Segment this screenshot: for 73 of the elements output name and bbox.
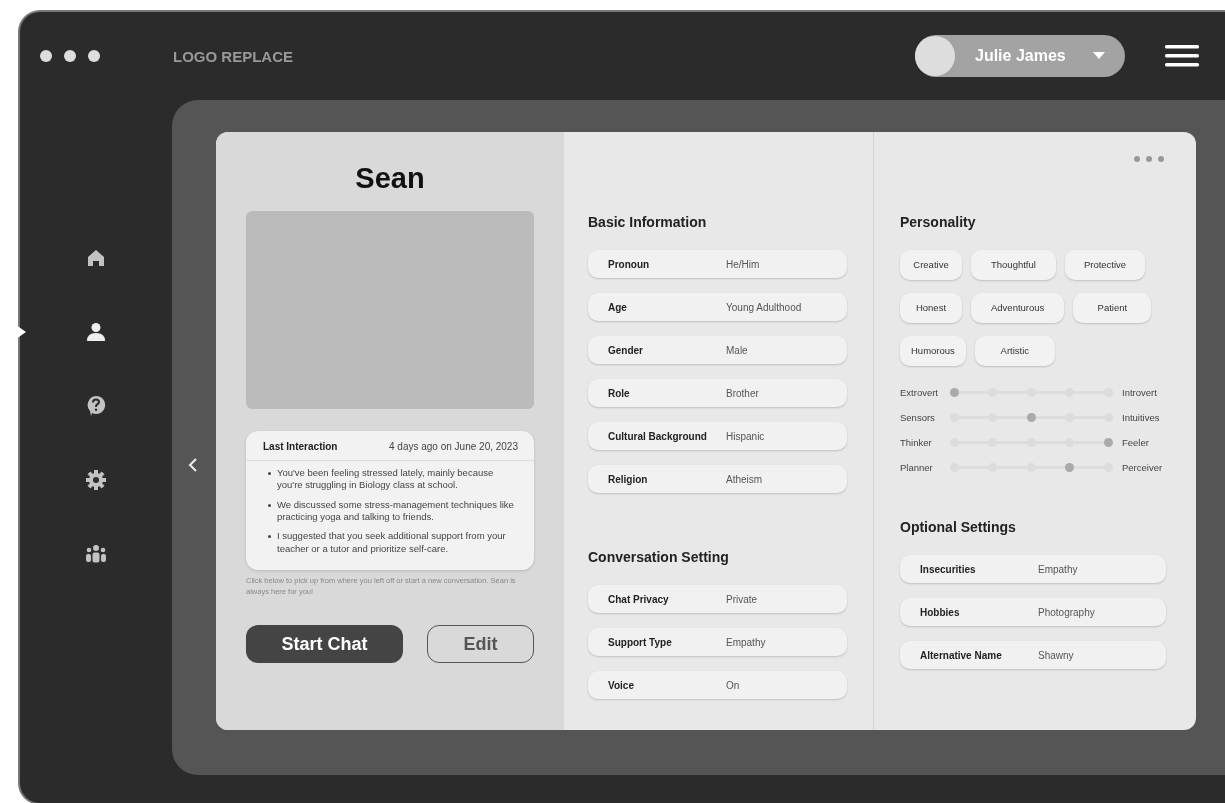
- profile-name: Sean: [354, 162, 426, 195]
- field-label: Support Type: [608, 636, 673, 648]
- interaction-summary-item: You've been feeling stressed lately, mainly because you're struggling in Biology class at school.: [277, 467, 495, 492]
- field-label: Hobbies: [920, 606, 961, 618]
- field-label: Gender: [608, 344, 644, 356]
- section-title: Conversation Setting: [588, 549, 730, 565]
- scale-thumb[interactable]: [949, 388, 959, 397]
- field-label: Age: [608, 301, 628, 313]
- field-value: Hispanic: [726, 430, 765, 442]
- bullet-icon: [268, 535, 271, 539]
- menu-icon[interactable]: [1165, 45, 1199, 67]
- bullet-icon: [268, 472, 271, 475]
- scale-label: Thinker: [900, 437, 933, 448]
- field-value: Atheism: [726, 473, 763, 485]
- trait-chip: Patient: [1073, 293, 1152, 323]
- scale-thumb[interactable]: [1065, 463, 1074, 472]
- section-title: Basic Information: [588, 214, 708, 230]
- trait-chip: Thoughtful: [971, 250, 1056, 280]
- interaction-summary-item: We discussed some stress-management techniques like practicing yoga and talking to friends.: [277, 498, 515, 524]
- logo-text: LOGO REPLACE: [173, 47, 293, 65]
- field-value: Male: [726, 344, 748, 356]
- field-value: Shawny: [1038, 649, 1074, 661]
- field-value: He/Him: [726, 258, 760, 270]
- avatar-icon: [915, 36, 955, 76]
- scale-label: Feeler: [1122, 437, 1150, 448]
- person-icon: [86, 322, 106, 342]
- scale-label: Planner: [900, 462, 934, 473]
- field-value: Young Adulthood: [726, 301, 802, 313]
- group-icon: [85, 544, 107, 564]
- field-label: Religion: [608, 473, 649, 485]
- field-label: Voice: [608, 679, 635, 691]
- scale-label: Sensors: [900, 412, 936, 423]
- field-label: Chat Privacy: [608, 593, 670, 605]
- start-chat-button[interactable]: Start Chat: [246, 625, 403, 664]
- scale-thumb[interactable]: [1026, 413, 1036, 422]
- field-value: Empathy: [726, 636, 766, 648]
- section-title: Optional Settings: [900, 519, 1017, 535]
- scale-label: Extrovert: [900, 387, 939, 398]
- interaction-title: Last Interaction: [263, 441, 338, 452]
- scale-thumb[interactable]: [1103, 438, 1113, 447]
- field-label: Pronoun: [608, 258, 651, 270]
- interaction-date: 4 days ago on June 20, 2023: [389, 441, 518, 452]
- trait-chip: Protective: [1064, 250, 1146, 280]
- scale-label: Perceiver: [1122, 462, 1164, 473]
- window-dot: [88, 50, 100, 62]
- help-icon: [86, 395, 106, 417]
- field-value: On: [726, 679, 740, 691]
- field-value: Empathy: [1038, 563, 1078, 575]
- gear-icon: [86, 470, 106, 490]
- trait-chip: Honest: [900, 293, 962, 323]
- field-label: Alternative Name: [920, 649, 1003, 661]
- field-value: Brother: [726, 387, 759, 399]
- scale-label: Introvert: [1122, 387, 1158, 398]
- trait-chip: Artistic: [974, 336, 1055, 366]
- caret-icon: [1093, 52, 1105, 60]
- trait-chip: Humorous: [900, 336, 966, 366]
- scale-label: Intuitives: [1122, 412, 1161, 423]
- home-icon: [87, 249, 105, 267]
- field-label: Role: [608, 387, 631, 399]
- chevron-left-icon[interactable]: [188, 457, 198, 473]
- selection-marker-icon: [16, 325, 26, 339]
- field-value: Photography: [1038, 606, 1095, 618]
- trait-chip: Adventurous: [971, 293, 1065, 323]
- edit-button[interactable]: Edit: [427, 625, 534, 664]
- section-title: Personality: [900, 214, 977, 230]
- interaction-summary-item: I suggested that you seek additional support from your teacher or a tutor and prioritize self-care.: [277, 530, 507, 556]
- window-dot: [40, 50, 52, 62]
- bullet-icon: [268, 503, 271, 507]
- field-value: Private: [726, 593, 758, 605]
- field-label: Insecurities: [920, 563, 977, 575]
- window-dot: [64, 50, 76, 62]
- field-label: Cultural Background: [608, 430, 708, 442]
- trait-chip: Creative: [900, 250, 962, 280]
